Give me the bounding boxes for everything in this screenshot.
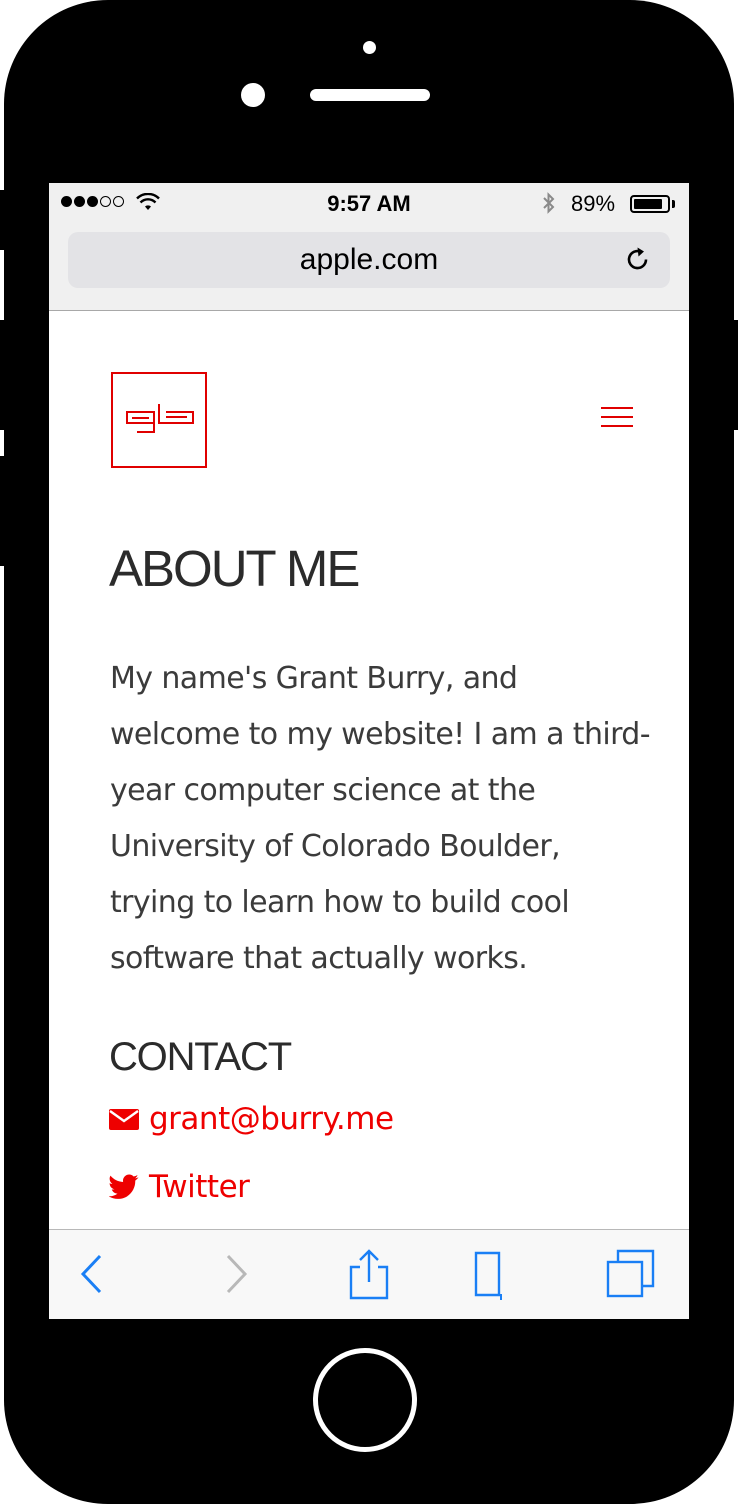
home-button[interactable] — [313, 1348, 417, 1452]
reload-icon[interactable] — [624, 246, 652, 274]
twitter-icon — [109, 1174, 139, 1199]
hamburger-menu-icon[interactable] — [601, 407, 633, 431]
phone-frame: 9:57 AM 89% apple.com ABOUT ME My name's… — [0, 0, 738, 1506]
screen: 9:57 AM 89% apple.com ABOUT ME My name's… — [49, 183, 689, 1319]
address-bar[interactable]: apple.com — [68, 232, 670, 288]
gb-logo-icon — [126, 404, 194, 433]
bookmarks-icon[interactable] — [463, 1248, 515, 1300]
email-link[interactable]: grant@burry.me — [109, 1101, 394, 1137]
back-arrow-icon[interactable] — [67, 1248, 119, 1300]
contact-heading: CONTACT — [109, 1035, 292, 1079]
browser-toolbar — [49, 1229, 689, 1319]
twitter-link-label: Twitter — [149, 1169, 250, 1205]
page-title: ABOUT ME — [109, 540, 360, 597]
proximity-sensor — [363, 41, 376, 54]
email-link-label: grant@burry.me — [149, 1101, 394, 1137]
tabs-icon[interactable] — [605, 1248, 657, 1300]
browser-top-chrome: 9:57 AM 89% apple.com — [49, 183, 689, 311]
url-text: apple.com — [299, 243, 439, 276]
battery-tip — [672, 200, 675, 208]
battery-icon — [630, 195, 670, 213]
page-content: ABOUT ME My name's Grant Burry, and welc… — [49, 311, 689, 1229]
battery-percent: 89% — [571, 191, 616, 216]
bluetooth-icon — [543, 192, 555, 214]
forward-arrow-icon[interactable] — [209, 1248, 261, 1300]
twitter-link[interactable]: Twitter — [109, 1169, 250, 1205]
about-paragraph: My name's Grant Burry, and welcome to my… — [110, 661, 651, 976]
front-camera — [241, 83, 265, 107]
site-logo[interactable] — [111, 372, 207, 468]
share-icon[interactable] — [343, 1248, 395, 1300]
envelope-icon — [109, 1109, 139, 1130]
status-bar: 9:57 AM 89% — [49, 183, 689, 223]
earpiece-speaker — [310, 89, 430, 101]
